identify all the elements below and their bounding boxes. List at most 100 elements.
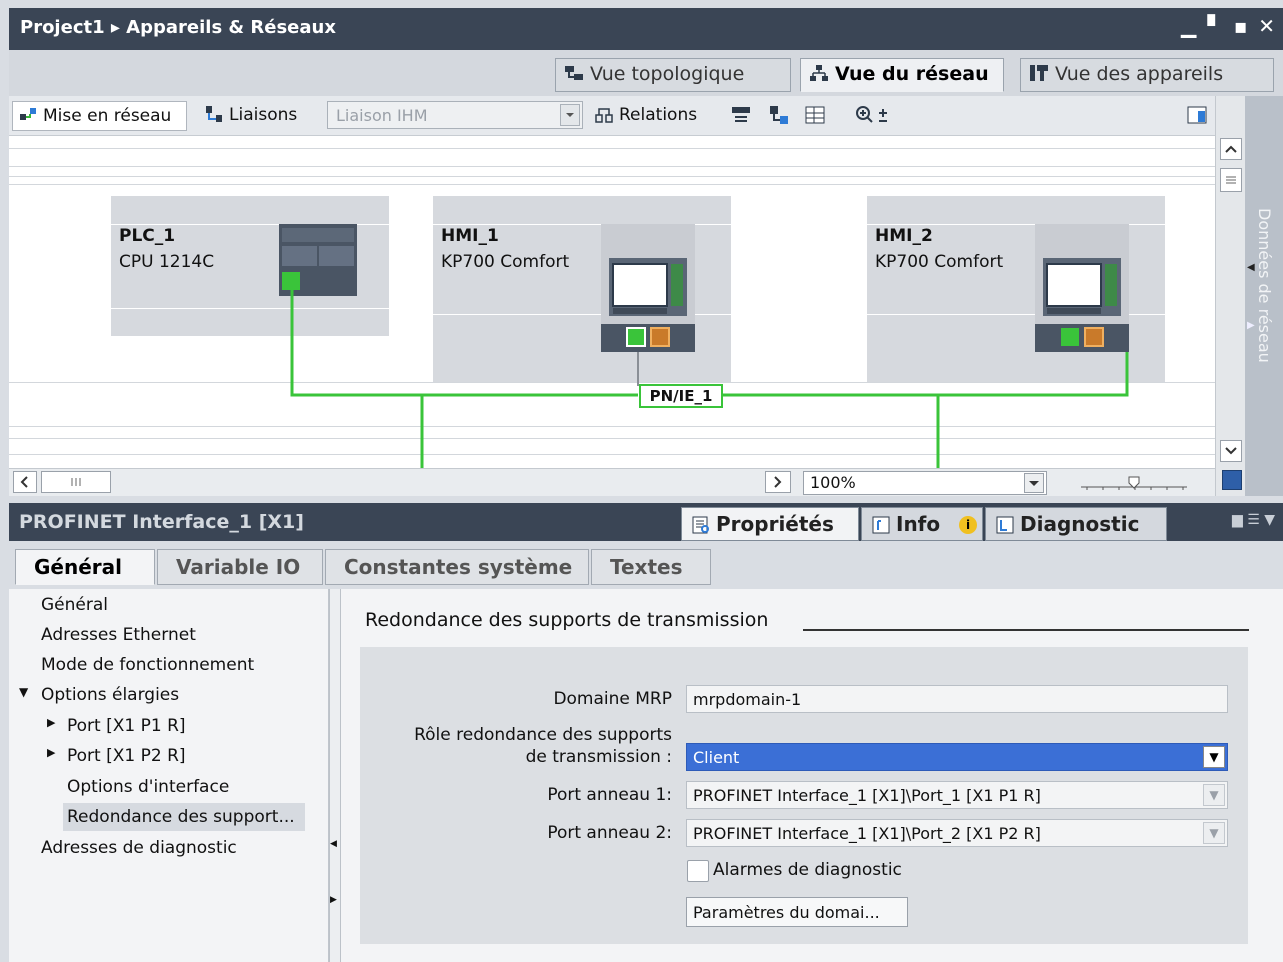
expand-right-icon[interactable]: ▶ <box>1247 320 1255 331</box>
section-title: Redondance des supports de transmission <box>365 609 769 631</box>
tab-system-constants[interactable]: Constantes système <box>325 549 589 585</box>
device-names-icon[interactable] <box>725 101 755 131</box>
nav-general[interactable]: Général <box>41 591 108 619</box>
diagnostic-alarms-label: Alarmes de diagnostic <box>713 860 902 880</box>
properties-header: PROFINET Interface_1 [X1] Propriétés Inf… <box>9 503 1283 541</box>
scroll-down-icon[interactable] <box>1220 440 1242 462</box>
nav-interface-options[interactable]: Options d'interface <box>67 773 229 801</box>
chevron-down-icon[interactable]: ▼ <box>1203 784 1225 806</box>
properties-nav-tree: Général Adresses Ethernet Mode de foncti… <box>9 589 329 962</box>
network-canvas[interactable]: PLC_1 CPU 1214C HMI_1 KP700 Comfort HMI_… <box>9 136 1215 468</box>
mrp-settings-panel: Domaine MRP mrpdomain-1 Rôle redondance … <box>360 647 1248 944</box>
scroll-right-icon[interactable] <box>765 471 791 493</box>
topology-icon <box>565 66 583 80</box>
role-label-line1: Rôle redondance des supports <box>414 725 672 745</box>
redundancy-role-value: Client <box>693 748 740 767</box>
zoom-in-icon[interactable] <box>849 101 893 131</box>
tab-properties[interactable]: Propriétés <box>681 507 859 541</box>
collapse-left-icon[interactable]: ◀ <box>1247 262 1255 273</box>
minimize-icon[interactable]: ▁ <box>1181 14 1198 38</box>
properties-title: PROFINET Interface_1 [X1] <box>19 511 304 533</box>
expand-right-icon[interactable]: ▶ <box>47 716 55 729</box>
expand-down-icon[interactable]: ▼ <box>19 685 28 699</box>
network-mode-icon <box>20 108 36 120</box>
window-title: Project1 ▸ Appareils & Réseaux <box>20 17 336 38</box>
ring-port-1-value: PROFINET Interface_1 [X1]\Port_1 [X1 P1 … <box>693 786 1041 805</box>
domain-parameters-button[interactable]: Paramètres du domai... <box>686 897 908 927</box>
nav-ethernet-addresses[interactable]: Adresses Ethernet <box>41 621 196 649</box>
network-mode-button[interactable]: Mise en réseau <box>12 101 187 131</box>
overview-icon[interactable] <box>1222 470 1242 490</box>
ring-port-1-select[interactable]: PROFINET Interface_1 [X1]\Port_1 [X1 P1 … <box>686 781 1228 809</box>
collapse-left-icon[interactable]: ◀ <box>330 839 337 849</box>
network-icon <box>810 65 828 81</box>
network-toolbar: Mise en réseau Liaisons Liaison IHM Rela… <box>9 96 1215 136</box>
subnet-label[interactable]: PN/IE_1 <box>639 384 723 408</box>
tab-network-view[interactable]: Vue du réseau <box>800 58 1004 92</box>
expand-right-icon[interactable]: ▶ <box>330 895 337 905</box>
h-scroll-thumb[interactable] <box>41 471 111 493</box>
window-titlebar: Project1 ▸ Appareils & Réseaux ▁ ▘ ▪ ✕ <box>9 8 1283 50</box>
zoom-slider[interactable] <box>1077 471 1191 495</box>
view-tabs: Vue topologique Vue du réseau Vue des ap… <box>9 50 1283 96</box>
panel-controls-icon[interactable]: ▆ ☰ ▼ <box>1232 512 1275 528</box>
ring-port-2-select[interactable]: PROFINET Interface_1 [X1]\Port_2 [X1 P2 … <box>686 819 1228 847</box>
links-icon <box>206 106 222 122</box>
restore-icon[interactable]: ▘ <box>1207 14 1224 38</box>
chevron-down-icon[interactable] <box>1024 473 1044 493</box>
canvas-bottom-bar: 100% <box>9 468 1215 496</box>
mrp-domain-label: Domaine MRP <box>553 689 672 709</box>
tab-diagnostic[interactable]: Diagnostic <box>985 507 1167 541</box>
nav-media-redundancy[interactable]: Redondance des support... <box>63 803 305 831</box>
link-type-select[interactable]: Liaison IHM <box>327 101 583 129</box>
splitter[interactable]: ◀ ▶ <box>329 589 341 962</box>
device-view-icon <box>1030 65 1048 81</box>
section-divider <box>803 629 1249 631</box>
diagnostic-icon <box>996 516 1014 534</box>
role-label-line2: de transmission : <box>525 747 672 767</box>
address-icon[interactable] <box>763 101 793 131</box>
vertical-scrollbar[interactable] <box>1215 96 1245 496</box>
expand-right-icon[interactable]: ▶ <box>47 746 55 759</box>
tab-info[interactable]: Info i <box>861 507 983 541</box>
scroll-up-icon[interactable] <box>1220 138 1242 160</box>
links-button[interactable]: Liaisons <box>199 101 314 131</box>
warning-info-icon: i <box>959 516 977 534</box>
diagnostic-alarms-checkbox[interactable] <box>687 860 709 882</box>
nav-port-p2[interactable]: Port [X1 P2 R] <box>67 742 186 770</box>
scroll-thumb[interactable] <box>1220 168 1242 192</box>
window-controls[interactable]: ▁ ▘ ▪ ✕ <box>1181 14 1277 38</box>
tab-device-view[interactable]: Vue des appareils <box>1020 58 1274 92</box>
nav-port-p1[interactable]: Port [X1 P1 R] <box>67 712 186 740</box>
table-view-icon[interactable] <box>799 101 829 131</box>
network-connections <box>290 276 1129 468</box>
properties-content: Redondance des supports de transmission … <box>341 589 1283 962</box>
maximize-icon[interactable]: ▪ <box>1234 14 1250 38</box>
chevron-down-icon[interactable]: ▼ <box>1203 822 1225 844</box>
chevron-down-icon[interactable]: ▼ <box>1203 746 1225 768</box>
tab-texts[interactable]: Textes <box>591 549 711 585</box>
mrp-domain-field[interactable]: mrpdomain-1 <box>686 685 1228 713</box>
panel-toggle-icon[interactable] <box>1181 101 1211 131</box>
tab-general[interactable]: Général <box>15 549 155 585</box>
close-icon[interactable]: ✕ <box>1258 14 1277 38</box>
ring-port-1-label: Port anneau 1: <box>547 785 672 805</box>
nav-operating-mode[interactable]: Mode de fonctionnement <box>41 651 254 679</box>
tab-topology-view[interactable]: Vue topologique <box>555 58 791 92</box>
nav-advanced-options[interactable]: Options élargies <box>41 681 179 709</box>
network-data-panel[interactable]: Données de réseau ◀ ▶ <box>1245 96 1283 496</box>
scroll-left-icon[interactable] <box>13 471 37 493</box>
zoom-select[interactable]: 100% <box>803 471 1047 495</box>
redundancy-role-select[interactable]: Client ▼ <box>686 743 1228 771</box>
properties-icon <box>692 516 709 534</box>
chevron-down-icon[interactable] <box>560 104 580 126</box>
zoom-value: 100% <box>810 473 856 492</box>
info-icon <box>872 516 890 534</box>
properties-subtabs: Général Variable IO Constantes système T… <box>9 541 1283 589</box>
nav-diagnostic-addresses[interactable]: Adresses de diagnostic <box>41 834 237 862</box>
side-panel-label: Données de réseau <box>1255 208 1274 363</box>
ring-port-2-value: PROFINET Interface_1 [X1]\Port_2 [X1 P2 … <box>693 824 1041 843</box>
relations-icon <box>595 108 613 123</box>
relations-button[interactable]: Relations <box>589 101 719 131</box>
tab-io-variable[interactable]: Variable IO <box>157 549 323 585</box>
